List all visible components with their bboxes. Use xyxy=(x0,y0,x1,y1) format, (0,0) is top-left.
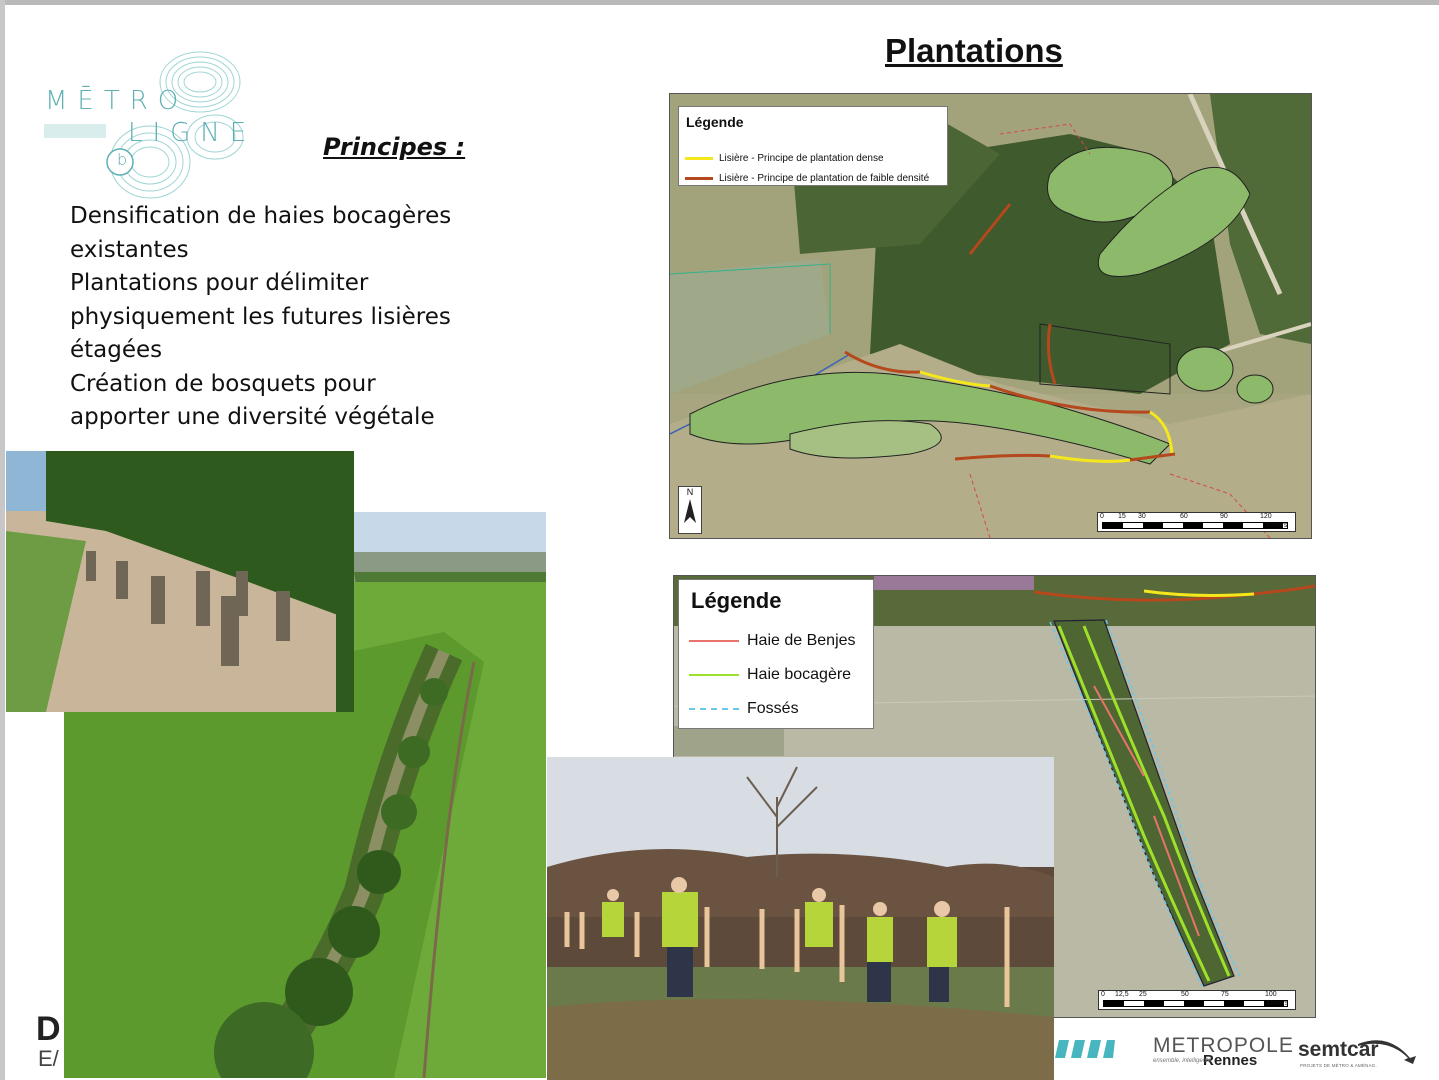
map1-legend-item-dense: Lisière - Principe de plantation dense xyxy=(685,153,884,164)
rennes-metropole-logo: METROPOLE Rennes ensemble, intelligente xyxy=(1153,1034,1293,1074)
scale-tick: 90 xyxy=(1220,513,1228,520)
scale-tick: 15 xyxy=(1118,513,1126,520)
map2-scale-bar: 0 12,5 25 50 75 100 Meters xyxy=(1098,990,1296,1010)
map1-legend: Légende Lisière - Principe de plantation… xyxy=(678,106,948,186)
scale-bar-graphic xyxy=(1102,522,1288,529)
semtcar-logo: semtcar PROJETS DE MÉTRO & AMÉNAG. xyxy=(1298,1036,1418,1072)
logo-text-ligne: LIGNE xyxy=(128,118,257,148)
metro-ligne-b-logo: MĒTRO LIGNE b xyxy=(40,42,280,217)
plantation-map-upper: Légende Lisière - Principe de plantation… xyxy=(669,93,1312,539)
map1-scale-bar: 0 15 30 60 90 120 Meters xyxy=(1097,512,1296,532)
rennes-text: Rennes xyxy=(1203,1052,1258,1069)
legend-label: Lisière - Principe de plantation dense xyxy=(719,153,884,164)
metropole-tagline: ensemble, intelligente xyxy=(1153,1058,1212,1064)
scale-tick: 30 xyxy=(1138,513,1146,520)
semtcar-swoosh-icon xyxy=(1358,1040,1416,1064)
legend-swatch xyxy=(689,707,739,710)
principes-line: apporter une diversité végétale xyxy=(70,404,435,430)
top-border xyxy=(0,0,1439,5)
footer-logo-letter-e: E/ xyxy=(38,1046,59,1071)
legend-label: Lisière - Principe de plantation de faib… xyxy=(719,173,930,184)
scale-tick: 12,5 xyxy=(1115,991,1129,998)
scale-bar-graphic xyxy=(1103,1000,1288,1007)
footer-logo-letter-d: D xyxy=(36,1010,61,1048)
legend-label: Haie bocagère xyxy=(747,666,852,683)
logo-text-b: b xyxy=(117,150,128,169)
legend-swatch xyxy=(689,639,739,642)
scale-tick: 0 xyxy=(1101,991,1105,998)
page-title: Plantations xyxy=(885,32,1063,69)
scale-tick: 75 xyxy=(1221,991,1229,998)
map2-legend-title: Légende xyxy=(691,588,782,613)
scale-tick: 50 xyxy=(1181,991,1189,998)
scale-tick: 100 xyxy=(1265,991,1277,998)
photo-volunteers-planting xyxy=(547,757,1054,1080)
scale-tick: 25 xyxy=(1139,991,1147,998)
legend-label: Fossés xyxy=(747,700,799,717)
scale-unit: Meters xyxy=(1266,522,1288,529)
principes-text: Densification de haies bocagères existan… xyxy=(70,200,470,435)
principes-line: Densification de haies bocagères xyxy=(70,203,452,229)
left-border xyxy=(0,0,5,1080)
principes-line: physiquement les futures lisières xyxy=(70,303,451,330)
map1-legend-title: Légende xyxy=(686,114,744,130)
scale-tick: 120 xyxy=(1260,513,1272,520)
map2-legend-item-fosses: Fossés xyxy=(689,700,799,718)
scale-tick: 0 xyxy=(1100,513,1104,520)
scale-tick: 60 xyxy=(1180,513,1188,520)
legend-swatch xyxy=(685,156,713,160)
principes-line: existantes xyxy=(70,236,189,263)
scale-unit: Meters xyxy=(1267,1000,1289,1007)
decorative-stripes-icon xyxy=(1055,1040,1115,1058)
legend-label: Haie de Benjes xyxy=(747,632,856,649)
legend-swatch xyxy=(689,673,739,676)
map2-legend-item-bocagere: Haie bocagère xyxy=(689,666,851,684)
principes-line: Plantations pour délimiter xyxy=(70,270,369,296)
semtcar-tagline: PROJETS DE MÉTRO & AMÉNAG. xyxy=(1300,1063,1377,1068)
north-label: N xyxy=(686,487,694,497)
map2-legend: Légende Haie de Benjes Haie bocagère Fos… xyxy=(678,579,874,729)
principes-line: étagées xyxy=(70,337,163,363)
map2-legend-item-benjes: Haie de Benjes xyxy=(689,632,856,650)
legend-swatch xyxy=(685,176,713,180)
north-arrow-icon: N xyxy=(678,486,702,534)
principes-heading: Principes : xyxy=(323,133,466,161)
photo-young-hedge-planting xyxy=(6,451,354,712)
map1-legend-item-faible: Lisière - Principe de plantation de faib… xyxy=(685,173,929,184)
principes-line: Création de bosquets pour xyxy=(70,370,376,397)
logo-text-metro: MĒTRO xyxy=(45,86,189,116)
